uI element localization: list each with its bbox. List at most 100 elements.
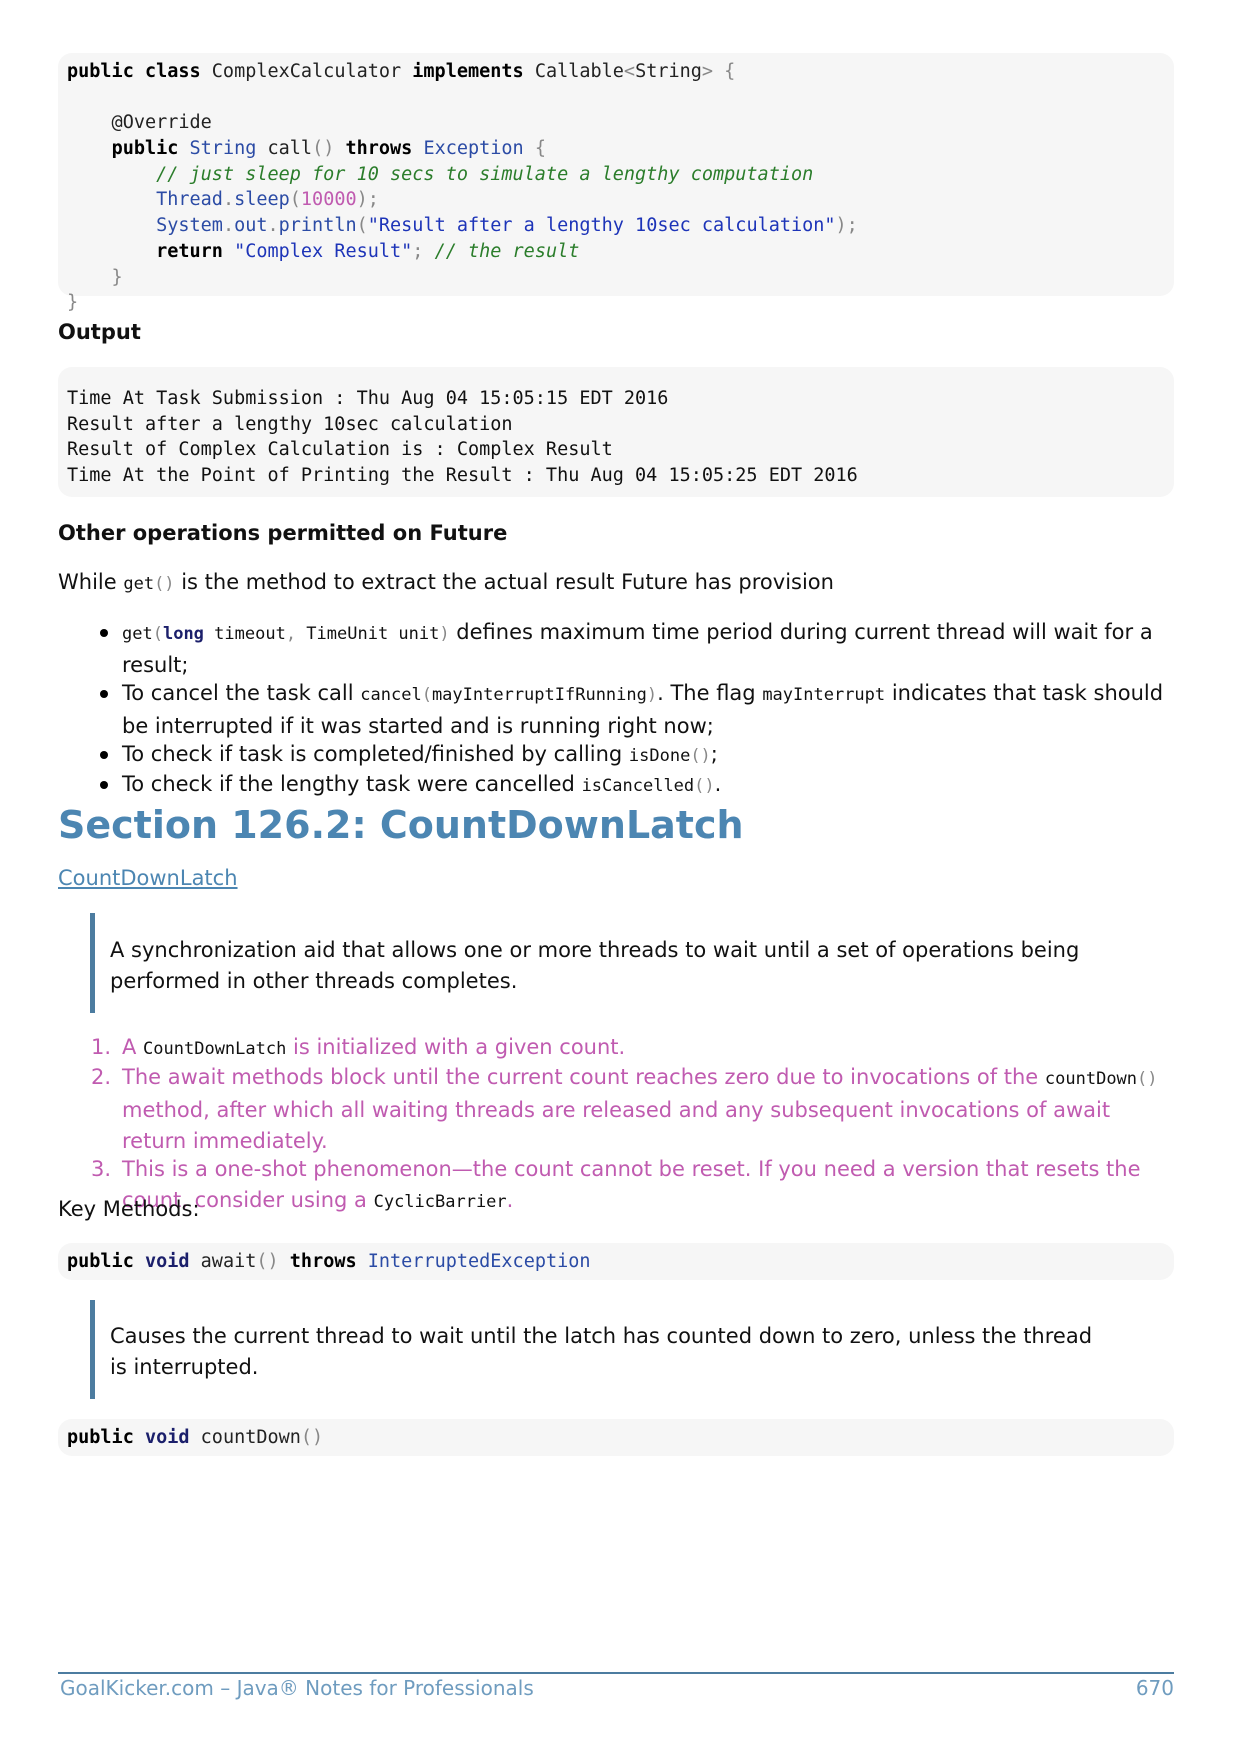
code-token: ); xyxy=(835,215,858,237)
code-token: // just sleep for 10 secs to simulate a … xyxy=(67,163,814,185)
code-token: String xyxy=(189,138,268,160)
list-item: To check if task is completed/finished b… xyxy=(58,739,1174,772)
numbered-item: 3. This is a one-shot phenomenon—the coun… xyxy=(58,1154,1174,1218)
countdownlatch-quote-text: A synchronization aid that allows one or… xyxy=(110,938,1080,993)
code-token: . xyxy=(222,189,235,211)
inline-code: countDown xyxy=(1044,1069,1138,1089)
output-block: Time At Task Submission : Thu Aug 04 15:… xyxy=(58,367,1174,497)
code-token: void xyxy=(144,1427,201,1448)
inline-code: isDone xyxy=(628,746,691,766)
inline-code-punctuation: ( xyxy=(152,624,163,644)
intro-text-after: is the method to extract the actual resu… xyxy=(174,570,834,594)
code-token: @Override xyxy=(67,112,212,134)
code-token: throws xyxy=(345,138,424,160)
code-line: } xyxy=(67,290,1165,316)
code-token: println xyxy=(278,215,357,237)
inline-code: TimeUnit unit xyxy=(306,624,440,644)
other-operations-heading: Other operations permitted on Future xyxy=(58,521,508,545)
code-token: throws xyxy=(289,1251,368,1272)
inline-code-punctuation: () xyxy=(690,746,711,766)
await-description-quote: Causes the current thread to wait until … xyxy=(90,1300,1150,1399)
inline-code-get-name: get xyxy=(123,574,155,594)
list-item: To check if the lengthy task were cancel… xyxy=(58,769,1174,802)
text-run: A xyxy=(122,1035,144,1059)
code-token: void xyxy=(144,1251,201,1272)
countdownlatch-points-list: 1. A CountDownLatch is initialized with a… xyxy=(58,1032,1174,1215)
code-line: public void await() throws InterruptedEx… xyxy=(67,1249,1165,1275)
code-line: @Override xyxy=(67,110,1165,136)
code-line: public void countDown() xyxy=(67,1425,1165,1451)
output-line: Result of Complex Calculation is : Compl… xyxy=(67,439,613,461)
code-token: ( xyxy=(289,189,301,211)
code-token: public xyxy=(67,1251,145,1272)
bullet-icon xyxy=(100,751,108,759)
code-token: out xyxy=(234,215,268,237)
code-line: public class ComplexCalculator implement… xyxy=(67,59,1165,85)
text-run: . The flag xyxy=(657,681,763,705)
inline-code: mayInterrupt xyxy=(762,685,886,705)
code-block-await: public void await() throws InterruptedEx… xyxy=(58,1243,1174,1280)
inline-code-get: get() xyxy=(123,574,174,594)
code-token: public xyxy=(111,138,190,160)
bullet-icon xyxy=(100,781,108,789)
code-token: ( xyxy=(356,215,368,237)
text-run: . xyxy=(714,772,722,796)
intro-text-before: While xyxy=(58,570,124,594)
code-line: return "Complex Result"; // the result xyxy=(67,239,1165,265)
code-token: sleep xyxy=(234,189,290,211)
code-token: System xyxy=(156,215,223,237)
code-line: System.out.println("Result after a lengt… xyxy=(67,213,1165,239)
text-run: . xyxy=(506,1188,514,1212)
bullet-icon xyxy=(100,690,108,698)
code-line: // just sleep for 10 secs to simulate a … xyxy=(67,162,1165,188)
code-token: } xyxy=(67,266,123,288)
inline-code-get-parens: () xyxy=(154,574,175,594)
output-line: Time At Task Submission : Thu Aug 04 15:… xyxy=(67,388,669,409)
code-token: () xyxy=(300,1427,324,1448)
inline-code: cancel xyxy=(360,685,422,705)
inline-code-punctuation: () xyxy=(694,776,715,796)
numbered-item: 1. A CountDownLatch is initialized with a… xyxy=(58,1032,1174,1065)
inline-code: CountDownLatch xyxy=(143,1039,287,1059)
footer-source: GoalKicker.com – Java® Notes for Profess… xyxy=(60,1676,534,1700)
item-number: 2. xyxy=(91,1065,112,1089)
page-number: 670 xyxy=(1135,1676,1174,1700)
item-number: 3. xyxy=(91,1157,112,1181)
inline-code-punctuation: ( xyxy=(421,685,432,705)
inline-code: CyclicBarrier xyxy=(373,1192,507,1212)
code-block-complex-calculator: public class ComplexCalculator implement… xyxy=(58,53,1174,313)
code-token: ); xyxy=(356,189,379,211)
inline-code-punctuation: () xyxy=(1137,1069,1158,1089)
code-token: // the result xyxy=(434,240,580,262)
code-token: Exception xyxy=(423,138,535,160)
code-token: ; xyxy=(412,240,435,262)
inline-code-punctuation: ) xyxy=(439,624,450,644)
code-token: return xyxy=(156,240,235,262)
footer-divider xyxy=(58,1672,1174,1674)
countdownlatch-link[interactable]: CountDownLatch xyxy=(58,866,238,890)
inline-code: get xyxy=(122,624,153,644)
code-token: await xyxy=(200,1251,257,1272)
key-methods-label: Key Methods: xyxy=(58,1197,200,1221)
code-token: ComplexCalculator xyxy=(211,61,413,82)
code-token: . xyxy=(267,215,279,237)
code-token: Callable xyxy=(534,61,624,82)
text-run: The await methods block until the curren… xyxy=(122,1065,1045,1089)
inline-code-keyword: long xyxy=(162,624,204,644)
countdownlatch-quote: A synchronization aid that allows one or… xyxy=(90,913,1150,1013)
code-token: String xyxy=(635,61,702,82)
text-run: ; xyxy=(710,742,718,766)
code-token: () xyxy=(312,138,346,160)
bullet-icon xyxy=(100,629,108,637)
text-run: To cancel the task call xyxy=(122,681,361,705)
section-title: Section 126.2: CountDownLatch xyxy=(58,803,744,847)
code-token: < xyxy=(623,61,636,82)
code-token: public class xyxy=(67,61,212,82)
output-heading: Output xyxy=(58,320,141,344)
text-run: To check if task is completed/finished b… xyxy=(122,742,629,766)
code-line: } xyxy=(67,265,1165,291)
code-token: . xyxy=(222,215,235,237)
inline-code: isCancelled xyxy=(581,776,695,796)
